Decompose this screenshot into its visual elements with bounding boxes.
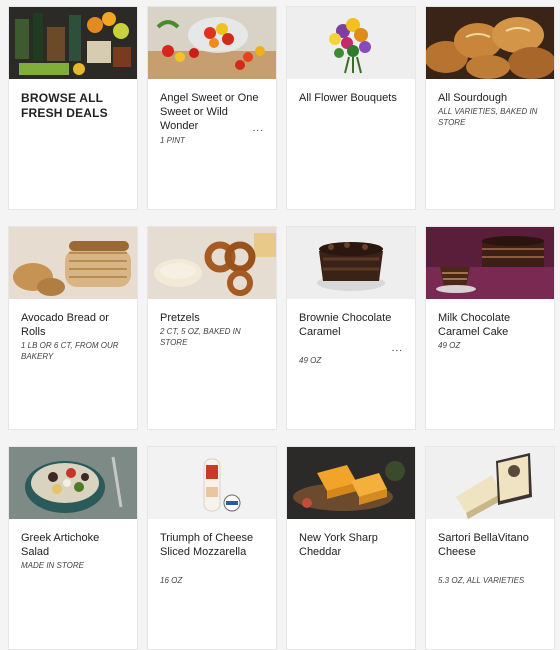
product-title[interactable]: BROWSE ALL FRESH DEALS (21, 91, 121, 121)
product-card-pretzels[interactable]: Pretzels 2 CT, 5 OZ, BAKED IN STORE (147, 226, 277, 430)
salad-image (9, 447, 137, 519)
product-title[interactable]: Triumph of Cheese Sliced Mozzarella (160, 531, 260, 559)
pretzels-image (148, 227, 276, 299)
product-card-brownie-cake[interactable]: Brownie Chocolate Caramel ... 49 OZ (286, 226, 416, 430)
product-card-tomatoes[interactable]: Angel Sweet or One Sweet or Wild Wonder … (147, 6, 277, 210)
flower-bouquet-image (287, 7, 415, 79)
product-subtitle: MADE IN STORE (21, 561, 84, 570)
product-card-fresh-deals[interactable]: BROWSE ALL FRESH DEALS (8, 6, 138, 210)
bellavitano-image (426, 447, 554, 519)
product-title[interactable]: Milk Chocolate Caramel Cake (438, 311, 538, 339)
product-subtitle: 49 OZ (438, 341, 461, 350)
product-card-chocolate-cake[interactable]: Milk Chocolate Caramel Cake 49 OZ (425, 226, 555, 430)
avocado-bread-image (9, 227, 137, 299)
more-icon[interactable]: ... (392, 343, 403, 354)
product-subtitle: 2 CT, 5 OZ, BAKED IN STORE (160, 327, 241, 347)
product-card-bellavitano[interactable]: Sartori BellaVitano Cheese 5.3 OZ, ALL V… (425, 446, 555, 650)
grocery-assortment-image (9, 7, 137, 79)
brownie-cake-image (287, 227, 415, 299)
product-title[interactable]: Brownie Chocolate Caramel (299, 311, 399, 339)
sourdough-bread-image (426, 7, 554, 79)
product-card-avocado-bread[interactable]: Avocado Bread or Rolls 1 LB OR 6 CT, FRO… (8, 226, 138, 430)
product-subtitle: 5.3 OZ, ALL VARIETIES (438, 576, 525, 585)
cheddar-image (287, 447, 415, 519)
product-title[interactable]: New York Sharp Cheddar (299, 531, 399, 559)
product-title[interactable]: Sartori BellaVitano Cheese (438, 531, 538, 559)
product-title[interactable]: Avocado Bread or Rolls (21, 311, 121, 339)
product-card-sourdough[interactable]: All Sourdough ALL VARIETIES, BAKED IN ST… (425, 6, 555, 210)
product-subtitle: 1 PINT (160, 136, 185, 145)
product-card-flowers[interactable]: All Flower Bouquets (286, 6, 416, 210)
product-title[interactable]: Pretzels (160, 311, 260, 325)
product-title[interactable]: All Flower Bouquets (299, 91, 399, 105)
chocolate-cake-image (426, 227, 554, 299)
product-card-greek-salad[interactable]: Greek Artichoke Salad MADE IN STORE (8, 446, 138, 650)
product-subtitle: 1 LB OR 6 CT, FROM OUR BAKERY (21, 341, 119, 361)
product-card-mozzarella[interactable]: Triumph of Cheese Sliced Mozzarella 16 O… (147, 446, 277, 650)
product-subtitle: 49 OZ (299, 356, 322, 365)
product-card-cheddar[interactable]: New York Sharp Cheddar (286, 446, 416, 650)
product-title[interactable]: All Sourdough (438, 91, 538, 105)
tomatoes-image (148, 7, 276, 79)
product-subtitle: 16 OZ (160, 576, 183, 585)
product-subtitle: ALL VARIETIES, BAKED IN STORE (438, 107, 538, 127)
more-icon[interactable]: ... (253, 123, 264, 134)
mozzarella-image (148, 447, 276, 519)
product-title[interactable]: Greek Artichoke Salad (21, 531, 121, 559)
product-title[interactable]: Angel Sweet or One Sweet or Wild Wonder (160, 91, 260, 133)
